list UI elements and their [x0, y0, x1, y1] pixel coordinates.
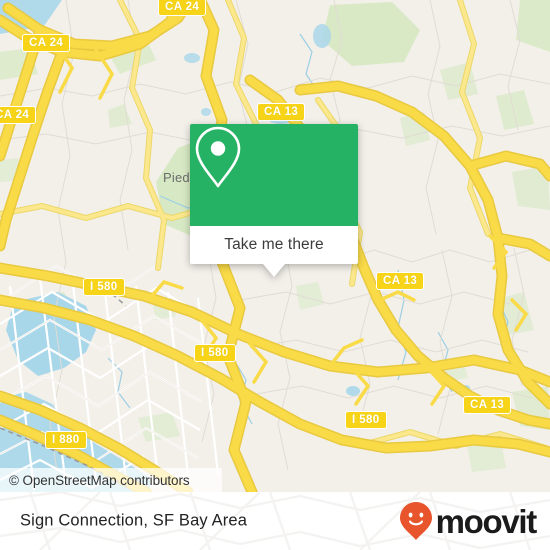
map-canvas[interactable]: Piedmont CA 24 CA 24 CA 24 CA 13 I 580 C…	[0, 0, 550, 492]
take-me-there-button[interactable]: Take me there	[190, 226, 358, 264]
location-pin-icon	[195, 126, 241, 188]
take-me-there-popup[interactable]: Take me there	[190, 124, 358, 277]
road-shield-ca-13-mid[interactable]: CA 13	[376, 272, 425, 290]
road-shield-i-580-south[interactable]: I 580	[345, 411, 387, 429]
road-shield-i-880-south[interactable]: I 880	[45, 431, 87, 449]
road-shield-i-580-center[interactable]: I 580	[194, 344, 236, 362]
road-shield-ca-24-edge[interactable]: CA 24	[0, 106, 37, 124]
popup-header	[190, 124, 358, 226]
road-shield-ca-13-east[interactable]: CA 13	[463, 396, 512, 414]
moovit-logo[interactable]: moovit	[399, 501, 538, 541]
road-shield-ca-13-top[interactable]: CA 13	[257, 103, 306, 121]
footer-bar: Sign Connection, SF Bay Area moovit	[0, 492, 550, 550]
moovit-wordmark: moovit	[435, 502, 538, 540]
road-shield-ca-24-north[interactable]: CA 24	[158, 0, 207, 16]
osm-attribution-text: © OpenStreetMap contributors	[9, 472, 190, 488]
road-shield-i-580-west[interactable]: I 580	[83, 278, 125, 296]
map-screenshot-root: Piedmont CA 24 CA 24 CA 24 CA 13 I 580 C…	[0, 0, 550, 550]
popup-pointer-tail	[263, 264, 285, 277]
osm-attribution[interactable]: © OpenStreetMap contributors	[0, 468, 222, 492]
road-shield-ca-24-west[interactable]: CA 24	[22, 34, 71, 52]
page-title: Sign Connection, SF Bay Area	[20, 511, 248, 530]
moovit-smiley-pin-icon	[399, 502, 432, 540]
